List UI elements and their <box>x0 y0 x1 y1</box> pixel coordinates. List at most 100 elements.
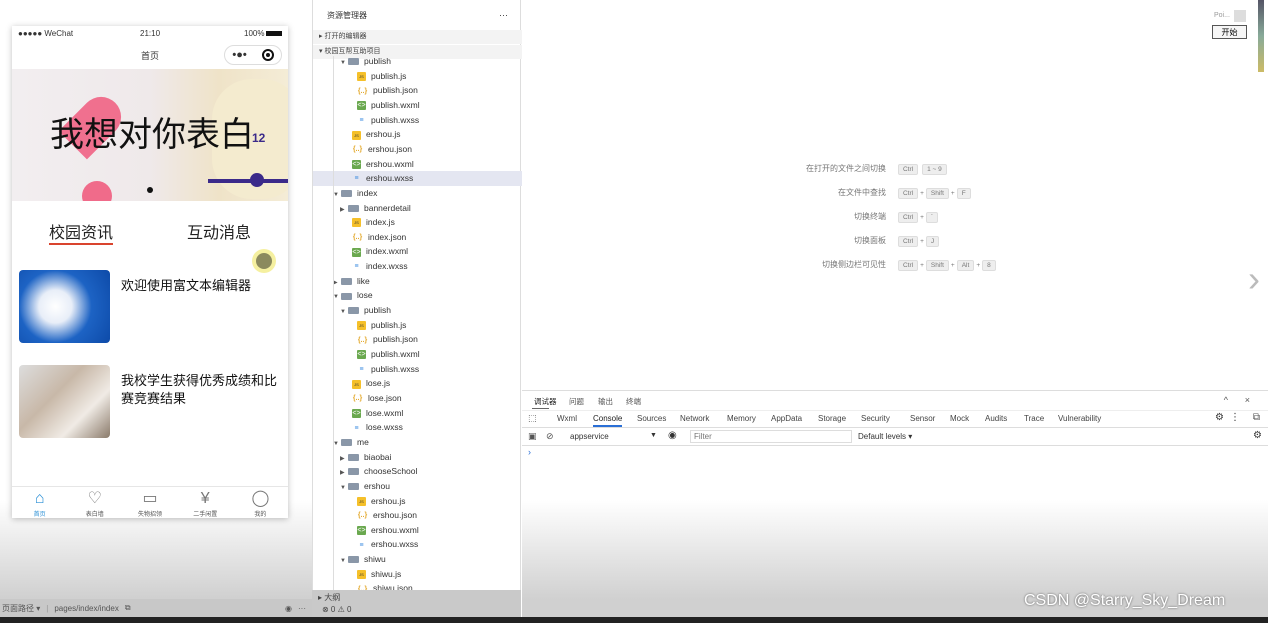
tree-folder[interactable]: ▶ bannerdetail <box>313 201 522 216</box>
signal-text: ●●●●● WeChat <box>18 29 74 38</box>
panel-tab-wxml[interactable]: Wxml <box>557 414 577 423</box>
tree-file[interactable]: <> index.wxml <box>313 244 522 259</box>
tree-file[interactable]: ≡ publish.wxss <box>313 362 522 377</box>
heart-icon: ♡ <box>87 490 102 507</box>
tree-file[interactable]: ≡ publish.wxss <box>313 113 522 128</box>
devtools-top-tab[interactable]: 输出 <box>598 396 613 407</box>
news-thumbnail <box>19 365 110 438</box>
devtools-top-tab[interactable]: 调试器 <box>534 396 557 407</box>
panel-tab-security[interactable]: Security <box>861 414 890 423</box>
tree-file[interactable]: {..} ershou.json <box>313 508 522 523</box>
panel-tab-vulnerability[interactable]: Vulnerability <box>1058 414 1101 423</box>
tab-campus-news[interactable]: 校园资讯 <box>49 219 113 243</box>
clear-console-icon[interactable]: ⊘ <box>546 431 554 442</box>
panel-tab-appdata[interactable]: AppData <box>771 414 802 423</box>
tree-file[interactable]: JS publish.js <box>313 69 522 84</box>
tree-file[interactable]: JS ershou.js <box>313 127 522 142</box>
collapse-icon[interactable]: ^ <box>1224 395 1228 405</box>
tree-folder[interactable]: ▼ me <box>313 435 522 450</box>
active-top-tab-underline <box>532 408 549 409</box>
devtools-top-tab[interactable]: 终端 <box>626 396 641 407</box>
tree-folder[interactable]: ▼ ershou <box>313 479 522 494</box>
news-item[interactable]: 欢迎使用富文本编辑器 <box>19 270 284 344</box>
levels-dropdown[interactable]: Default levels ▾ <box>858 432 912 441</box>
capsule-menu[interactable]: •●• <box>224 45 282 65</box>
wxss-file-icon: ≡ <box>354 175 359 183</box>
console-settings-icon[interactable]: ⚙ <box>1253 430 1262 441</box>
panel-tab-trace[interactable]: Trace <box>1024 414 1044 423</box>
panel-tab-console[interactable]: Console <box>593 414 623 427</box>
tree-file[interactable]: ≡ lose.wxss <box>313 420 522 435</box>
tree-file[interactable]: <> ershou.wxml <box>313 523 522 538</box>
problems-count[interactable]: ⊗ 0 ⚠ 0 <box>322 605 351 614</box>
tree-folder[interactable]: ▼ shiwu <box>313 552 522 567</box>
tree-file[interactable]: {..} ershou.json <box>313 142 522 157</box>
swiper-dot[interactable] <box>147 187 153 193</box>
open-editors-section[interactable]: ▸ 打开的编辑器 <box>313 30 522 44</box>
tree-file[interactable]: ≡ ershou.wxss <box>313 171 522 186</box>
outline-section[interactable]: ▸ 大纲 <box>318 592 340 603</box>
panel-tab-sensor[interactable]: Sensor <box>910 414 935 423</box>
settings-icon[interactable]: ⚙ <box>1215 412 1224 423</box>
inspect-icon[interactable]: ⬚ <box>528 413 537 424</box>
panel-tab-audits[interactable]: Audits <box>985 414 1007 423</box>
tree-file[interactable]: ≡ ershou.wxss <box>313 537 522 552</box>
panel-tab-sources[interactable]: Sources <box>637 414 666 423</box>
tree-folder[interactable]: ▼ publish <box>313 303 522 318</box>
copy-icon[interactable]: ⧉ <box>125 603 131 613</box>
tabbar-item-me[interactable]: ◯ 我的 <box>233 487 288 518</box>
tree-file[interactable]: <> lose.wxml <box>313 406 522 421</box>
chevron-right-icon[interactable]: › <box>1248 258 1260 300</box>
tree-file[interactable]: <> ershou.wxml <box>313 157 522 172</box>
devtools-top-tab[interactable]: 问题 <box>569 396 584 407</box>
tabbar-item-secondhand[interactable]: ¥ 二手闲置 <box>178 487 233 518</box>
start-button[interactable]: 开始 <box>1212 25 1247 39</box>
tree-file[interactable]: {..} publish.json <box>313 332 522 347</box>
key-cap: Shift <box>925 188 949 199</box>
tree-folder[interactable]: ▶ chooseSchool <box>313 464 522 479</box>
undock-icon[interactable]: ⧉ <box>1253 412 1260 423</box>
page-path-dropdown[interactable]: 页面路径 ▾ <box>2 603 40 614</box>
tree-file[interactable]: {..} lose.json <box>313 391 522 406</box>
tree-file[interactable]: {..} shiwu.json <box>313 581 522 590</box>
tabbar-item-confession[interactable]: ♡ 表白墙 <box>67 487 122 518</box>
close-target-icon[interactable] <box>261 49 274 61</box>
tree-file[interactable]: JS lose.js <box>313 376 522 391</box>
sidebar-toggle-icon[interactable]: ▣ <box>528 431 537 442</box>
tree-file[interactable]: JS shiwu.js <box>313 567 522 582</box>
tree-file[interactable]: JS index.js <box>313 215 522 230</box>
banner-swiper[interactable]: 我想对你表白 12 <box>12 69 288 201</box>
panel-tab-storage[interactable]: Storage <box>818 414 846 423</box>
tree-folder[interactable]: ▼ index <box>313 186 522 201</box>
panel-tab-memory[interactable]: Memory <box>727 414 756 423</box>
tree-file[interactable]: {..} index.json <box>313 230 522 245</box>
tree-folder[interactable]: ▼ publish <box>313 54 522 69</box>
tree-file[interactable]: {..} publish.json <box>313 83 522 98</box>
console-prompt[interactable]: › <box>528 447 531 457</box>
context-select[interactable]: appservice <box>570 432 609 441</box>
panel-tab-network[interactable]: Network <box>680 414 709 423</box>
dropdown-arrow-icon[interactable]: ▼ <box>650 432 657 439</box>
explorer-more-button[interactable]: ··· <box>499 10 508 20</box>
more-icon[interactable]: ··· <box>298 604 306 613</box>
tree-file[interactable]: ≡ index.wxss <box>313 259 522 274</box>
close-icon[interactable]: × <box>1245 395 1250 405</box>
filter-input[interactable] <box>690 430 852 443</box>
panel-tab-mock[interactable]: Mock <box>950 414 969 423</box>
tree-folder[interactable]: ▶ biaobai <box>313 450 522 465</box>
tree-folder[interactable]: ▶ like <box>313 274 522 289</box>
tab-interaction[interactable]: 互动消息 <box>187 219 251 243</box>
tree-file[interactable]: <> publish.wxml <box>313 98 522 113</box>
tabbar-item-lost-found[interactable]: ▭ 失物招领 <box>122 487 177 518</box>
tree-file[interactable]: JS publish.js <box>313 318 522 333</box>
eye-icon[interactable]: ◉ <box>668 430 677 441</box>
tabbar-item-home[interactable]: ⌂ 首页 <box>12 487 67 518</box>
eye-icon[interactable]: ◉ <box>285 604 292 613</box>
kebab-icon[interactable]: ⋮ <box>1230 412 1240 423</box>
folder-icon <box>341 439 352 447</box>
more-icon[interactable]: •●• <box>232 49 246 61</box>
news-item[interactable]: 我校学生获得优秀成绩和比赛竞赛结果 <box>19 365 284 439</box>
tree-file[interactable]: <> publish.wxml <box>313 347 522 362</box>
tree-file[interactable]: JS ershou.js <box>313 494 522 509</box>
tree-folder[interactable]: ▼ lose <box>313 288 522 303</box>
